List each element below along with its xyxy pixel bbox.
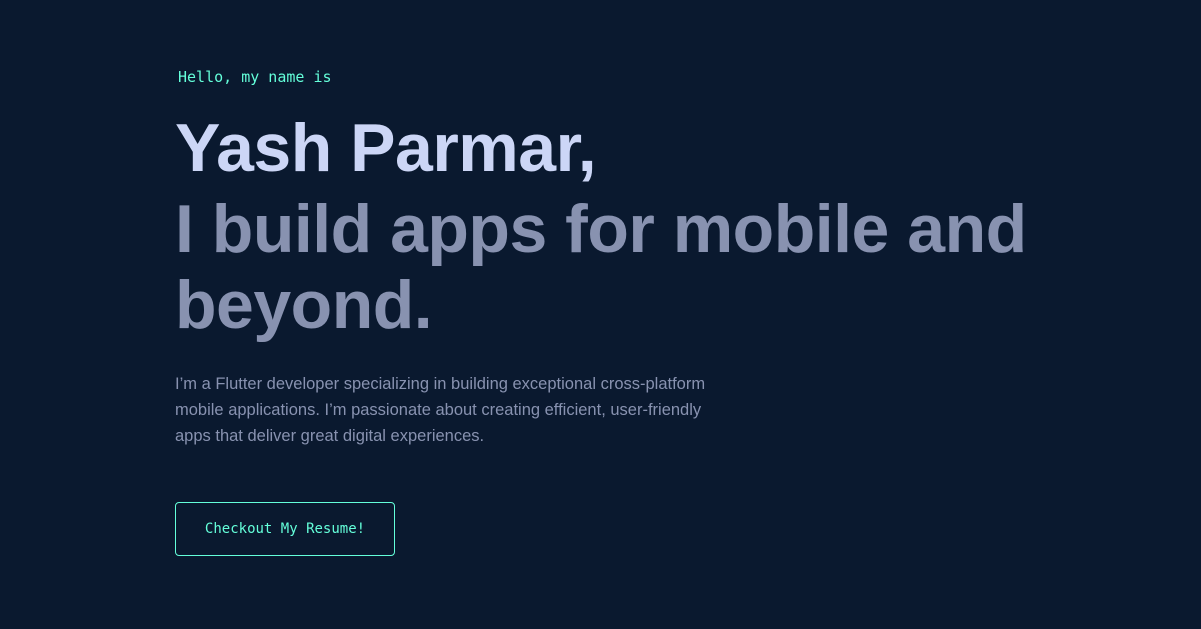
hero-name: Yash Parmar, — [175, 110, 597, 186]
hero-section: Hello, my name is Yash Parmar, I build a… — [175, 0, 1075, 629]
hero-bio: I’m a Flutter developer specializing in … — [175, 375, 706, 445]
greeting-text: Hello, my name is — [178, 68, 332, 86]
hero-tagline: I build apps for mobile and beyond. — [175, 191, 1027, 343]
resume-button[interactable]: Checkout My Resume! — [175, 502, 395, 556]
